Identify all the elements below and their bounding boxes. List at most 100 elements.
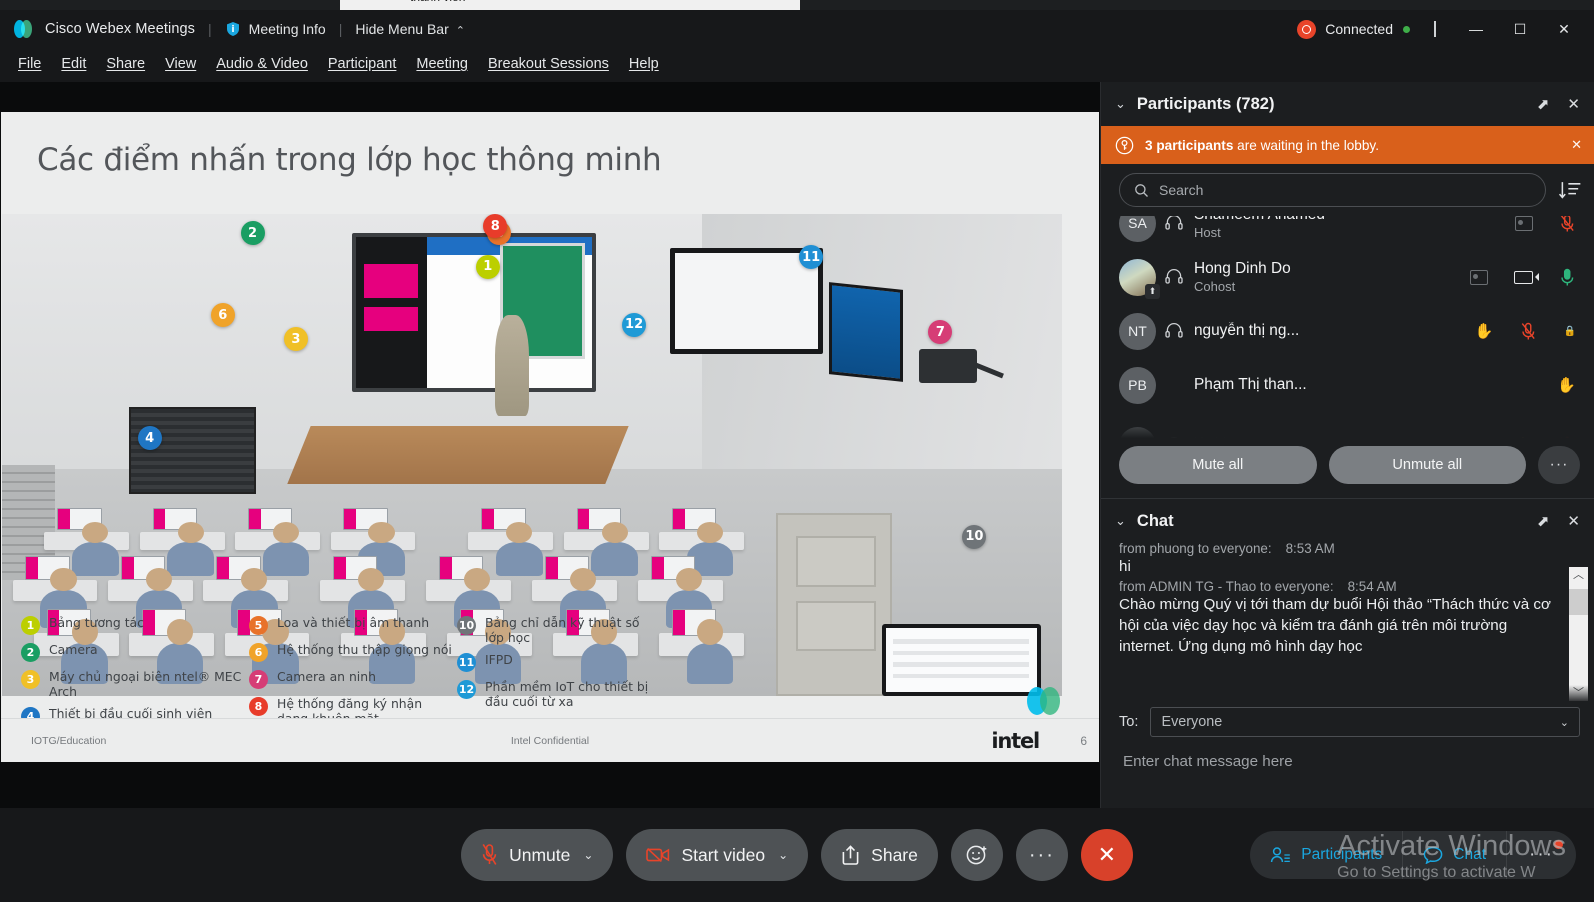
- legend-badge-6: 6: [249, 643, 268, 662]
- menu-meeting[interactable]: Meeting: [406, 52, 478, 76]
- chat-input[interactable]: Enter chat message here: [1101, 737, 1594, 770]
- record-icon[interactable]: [1297, 19, 1317, 39]
- teacher-figure: [494, 315, 529, 417]
- lobby-count: 3 participants: [1145, 137, 1234, 153]
- participants-more-button[interactable]: ···: [1538, 446, 1580, 484]
- participant-row[interactable]: ⬆ Hong Dinh Do Cohost: [1101, 250, 1594, 304]
- participant-row[interactable]: PB Phạm Thị than... ✋: [1101, 358, 1594, 412]
- chat-scroll-track[interactable]: [1569, 583, 1588, 685]
- server-rack: [129, 406, 257, 494]
- sort-icon[interactable]: [1558, 180, 1582, 200]
- chevron-down-icon[interactable]: ⌄: [1115, 96, 1126, 112]
- legend-badge-5: 5: [249, 616, 268, 635]
- mic-active-icon: [1561, 268, 1574, 286]
- menu-audio-video-label: Audio & Video: [216, 56, 308, 72]
- search-box[interactable]: [1119, 173, 1546, 207]
- screen-share-badge: ⬆: [1145, 283, 1160, 299]
- chat-recipient-select[interactable]: Everyone ⌄: [1150, 707, 1580, 737]
- toolbar-right-controls: Participants Chat ···: [1250, 831, 1576, 879]
- profile-card-icon[interactable]: [1470, 269, 1488, 285]
- participants-close-icon[interactable]: ✕: [1567, 97, 1580, 112]
- participants-toggle-button[interactable]: Participants: [1250, 831, 1403, 879]
- participants-list[interactable]: SA Shameem Ahamed Host ⬆ Hong Dinh Do Co…: [1101, 216, 1594, 438]
- shield-info-icon: [226, 22, 239, 36]
- chevron-down-icon[interactable]: ⌄: [778, 848, 788, 862]
- legend-badge-12: 12: [457, 680, 476, 699]
- end-meeting-button[interactable]: ✕: [1080, 829, 1133, 881]
- mute-all-button[interactable]: Mute all: [1119, 446, 1317, 484]
- slide-marker-12: 12: [622, 312, 647, 337]
- hide-menu-bar-label: Hide Menu Bar: [355, 21, 449, 37]
- poster-display: [828, 282, 903, 382]
- menu-breakout-sessions[interactable]: Breakout Sessions: [478, 52, 619, 76]
- title-divider-2: |: [338, 21, 343, 37]
- chevron-down-icon[interactable]: ⌄: [1115, 513, 1126, 529]
- headset-icon: [1165, 322, 1183, 338]
- chat-popout-icon[interactable]: ⬈: [1537, 514, 1550, 529]
- profile-card-icon[interactable]: [1515, 216, 1533, 231]
- avatar: NT: [1119, 312, 1156, 350]
- minimize-button[interactable]: —: [1454, 10, 1498, 48]
- more-options-button[interactable]: ···: [1015, 829, 1068, 881]
- participant-row[interactable]: NT nguyễn thị ng... ✋ 🔒: [1101, 304, 1594, 358]
- mic-muted-icon: [481, 843, 498, 867]
- menu-edit[interactable]: Edit: [51, 52, 96, 76]
- chat-messages[interactable]: from phuong to everyone: 8:53 AM hi from AD…: [1101, 543, 1594, 703]
- person-list-icon: [1270, 846, 1291, 864]
- hide-menu-bar-button[interactable]: Hide Menu Bar ⌄: [355, 21, 465, 37]
- reactions-button[interactable]: [950, 829, 1003, 881]
- student-figure: [686, 618, 734, 685]
- presentation-slide[interactable]: Các điểm nhấn trong lớp học thông minh 1…: [1, 112, 1099, 762]
- chat-message-meta: from ADMIN TG - Thao to everyone: 8:54 AM: [1119, 579, 1556, 594]
- maximize-button[interactable]: ☐: [1498, 10, 1542, 48]
- search-input[interactable]: [1159, 182, 1531, 198]
- menu-help[interactable]: Help: [619, 52, 669, 76]
- close-button[interactable]: ✕: [1542, 10, 1586, 48]
- participants-popout-icon[interactable]: ⬈: [1537, 97, 1550, 112]
- menu-share[interactable]: Share: [96, 52, 155, 76]
- start-video-button[interactable]: Start video ⌄: [626, 829, 809, 881]
- legend-text-6: Hệ thống thu thập giọng nói: [277, 642, 452, 657]
- participant-info: Hong Dinh Do Cohost: [1194, 260, 1291, 294]
- lobby-close-icon[interactable]: ✕: [1571, 137, 1582, 153]
- unmute-label: Unmute: [509, 844, 571, 865]
- security-camera: [918, 348, 978, 383]
- participant-row[interactable]: SA Shameem Ahamed Host: [1101, 216, 1594, 250]
- share-button[interactable]: Share: [821, 829, 938, 881]
- legend-item-7: 7 Camera an ninh: [249, 669, 457, 689]
- menu-audio-video[interactable]: Audio & Video: [206, 52, 318, 76]
- chat-scrollbar[interactable]: ︿ ﹀: [1569, 567, 1588, 701]
- menu-file[interactable]: File: [8, 52, 51, 76]
- unmute-all-button[interactable]: Unmute all: [1328, 446, 1526, 484]
- participant-name: nguyễn thị ng...: [1194, 322, 1300, 339]
- legend-text-12: Phần mềm IoT cho thiết bị đầu cuối từ xa: [485, 679, 649, 709]
- headset-icon: [1165, 268, 1183, 284]
- headset-icon: [1165, 216, 1183, 230]
- toolbar-more-button[interactable]: ···: [1506, 831, 1576, 879]
- chevron-up-icon[interactable]: ︿: [1573, 567, 1584, 583]
- menu-view[interactable]: View: [155, 52, 206, 76]
- unmute-button[interactable]: Unmute ⌄: [461, 829, 614, 881]
- chevron-down-icon[interactable]: ⌄: [583, 848, 593, 862]
- chat-scroll-thumb[interactable]: [1569, 589, 1588, 615]
- connection-quality-dot: [1403, 25, 1410, 33]
- menu-participant[interactable]: Participant: [318, 52, 407, 76]
- start-video-label: Start video: [681, 844, 766, 865]
- chat-bubble-icon: [1423, 846, 1443, 864]
- chat-time: 8:54 AM: [1347, 579, 1397, 594]
- participant-name: Hong Dinh Do: [1194, 260, 1291, 277]
- chat-message-body: hi: [1119, 558, 1131, 575]
- chat-toggle-button[interactable]: Chat: [1402, 831, 1507, 879]
- chat-message-meta: from phuong to everyone: 8:53 AM: [1119, 543, 1556, 556]
- participant-info: Phạm Thị than...: [1194, 376, 1307, 394]
- chevron-up-icon: ⌄: [455, 22, 465, 35]
- title-divider-1: |: [208, 21, 212, 37]
- legend-text-7: Camera an ninh: [277, 669, 376, 684]
- meeting-info-button[interactable]: Meeting Info: [225, 21, 326, 37]
- chat-author: from ADMIN TG - Thao to everyone:: [1119, 579, 1334, 594]
- chat-close-icon[interactable]: ✕: [1567, 514, 1580, 529]
- slide-title: Các điểm nhấn trong lớp học thông minh: [37, 142, 662, 178]
- video-on-icon: [1514, 270, 1539, 284]
- participants-toggle-label: Participants: [1301, 846, 1383, 863]
- raised-hand-icon: ✋: [1557, 377, 1576, 394]
